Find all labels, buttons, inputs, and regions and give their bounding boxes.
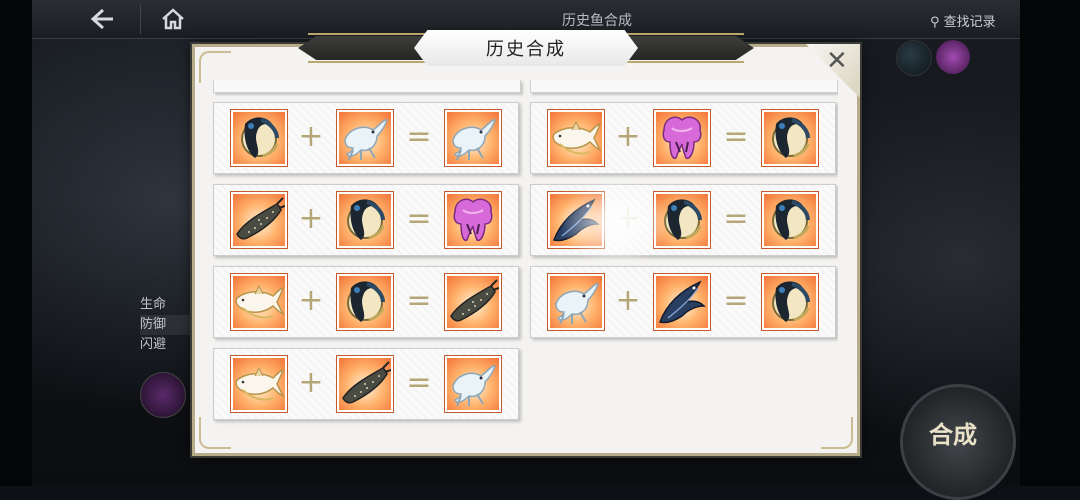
white-shark-fish-icon <box>233 276 285 328</box>
plus-sign: + <box>615 283 641 318</box>
fish-slot[interactable] <box>336 355 394 413</box>
whale-shark-fish-icon <box>233 194 285 246</box>
close-icon[interactable]: ✕ <box>826 46 848 76</box>
fish-slot[interactable] <box>653 273 711 331</box>
fish-slot[interactable] <box>230 191 288 249</box>
skill-orb[interactable] <box>140 372 186 418</box>
back-arrow-icon[interactable] <box>70 4 134 34</box>
record-row[interactable]: + = <box>530 266 836 338</box>
dark-eel-fish-icon <box>233 112 285 164</box>
dark-eel-fish-icon <box>764 194 816 246</box>
fish-slot[interactable] <box>547 191 605 249</box>
pale-lizard-fish-icon <box>339 112 391 164</box>
plus-sign: + <box>615 119 641 154</box>
white-shark-fish-icon <box>550 112 602 164</box>
whale-shark-fish-icon <box>339 358 391 410</box>
search-records-label: 查找记录 <box>943 15 996 30</box>
record-row[interactable]: + = <box>213 102 519 174</box>
dialog-title: 历史合成 <box>486 39 566 60</box>
pale-lizard-fish-icon <box>447 358 499 410</box>
record-row-partial <box>530 80 838 93</box>
fish-slot[interactable] <box>230 273 288 331</box>
fish-slot[interactable] <box>761 191 819 249</box>
fish-slot[interactable] <box>653 191 711 249</box>
record-row[interactable]: + = <box>530 102 836 174</box>
screen-edge-left <box>0 0 32 486</box>
fish-slot[interactable] <box>653 109 711 167</box>
pink-jelly-fish-icon <box>656 112 708 164</box>
fish-slot[interactable] <box>444 191 502 249</box>
fish-slot[interactable] <box>336 273 394 331</box>
screen-title: 历史鱼合成 <box>562 13 632 29</box>
history-records-list[interactable]: + = + = + = + = + = + = + = <box>212 80 838 428</box>
fish-slot[interactable] <box>547 273 605 331</box>
stat-label: 生命 <box>140 297 167 312</box>
fish-slot[interactable] <box>444 273 502 331</box>
equals-sign: = <box>406 119 432 154</box>
equals-sign: = <box>723 119 749 154</box>
corner-ornament <box>199 51 231 83</box>
fish-avatar-pink[interactable] <box>936 40 970 74</box>
dark-eel-fish-icon <box>764 276 816 328</box>
record-row[interactable]: + = <box>530 184 836 256</box>
search-icon: ⚲ <box>930 15 940 30</box>
fish-slot[interactable] <box>336 109 394 167</box>
stat-label: 闪避 <box>140 337 167 352</box>
plus-sign: + <box>298 201 324 236</box>
stat-label: 防御 <box>140 315 196 335</box>
fish-slot[interactable] <box>547 109 605 167</box>
equals-sign: = <box>406 365 432 400</box>
record-row[interactable]: + = <box>213 184 519 256</box>
equals-sign: = <box>723 201 749 236</box>
dark-eel-fish-icon <box>339 276 391 328</box>
pale-lizard-fish-icon <box>447 112 499 164</box>
dark-eel-fish-icon <box>656 194 708 246</box>
fish-slot[interactable] <box>230 109 288 167</box>
pale-lizard-fish-icon <box>550 276 602 328</box>
whale-shark-fish-icon <box>447 276 499 328</box>
merge-button-label: 合成 <box>929 420 977 449</box>
equals-sign: = <box>406 283 432 318</box>
blue-swift-fish-icon <box>550 194 602 246</box>
plus-sign: + <box>298 365 324 400</box>
equals-sign: = <box>723 283 749 318</box>
white-shark-fish-icon <box>233 358 285 410</box>
screen-edge-right <box>1020 0 1080 486</box>
merge-button[interactable]: 合成 <box>900 384 1016 500</box>
fish-slot[interactable] <box>336 191 394 249</box>
dark-eel-fish-icon <box>764 112 816 164</box>
dialog-title-banner: 历史合成 <box>298 30 754 66</box>
record-row[interactable]: + = <box>213 266 519 338</box>
equals-sign: = <box>406 201 432 236</box>
search-records-button[interactable]: ⚲ 查找记录 <box>930 11 996 30</box>
plus-sign: + <box>298 119 324 154</box>
plus-sign: + <box>615 201 641 236</box>
fish-slot[interactable] <box>444 355 502 413</box>
dark-eel-fish-icon <box>339 194 391 246</box>
fish-slot[interactable] <box>444 109 502 167</box>
plus-sign: + <box>298 283 324 318</box>
record-row-partial <box>213 80 521 93</box>
record-row[interactable]: + = <box>213 348 519 420</box>
pink-jelly-fish-icon <box>447 194 499 246</box>
home-icon[interactable] <box>140 4 205 34</box>
stat-list: 生命 防御 闪避 <box>140 295 196 355</box>
fish-slot[interactable] <box>761 273 819 331</box>
fish-avatar-dark[interactable] <box>896 40 932 76</box>
title-plate: 历史合成 <box>414 30 638 66</box>
fish-slot[interactable] <box>230 355 288 413</box>
fish-slot[interactable] <box>761 109 819 167</box>
blue-swift-fish-icon <box>656 276 708 328</box>
